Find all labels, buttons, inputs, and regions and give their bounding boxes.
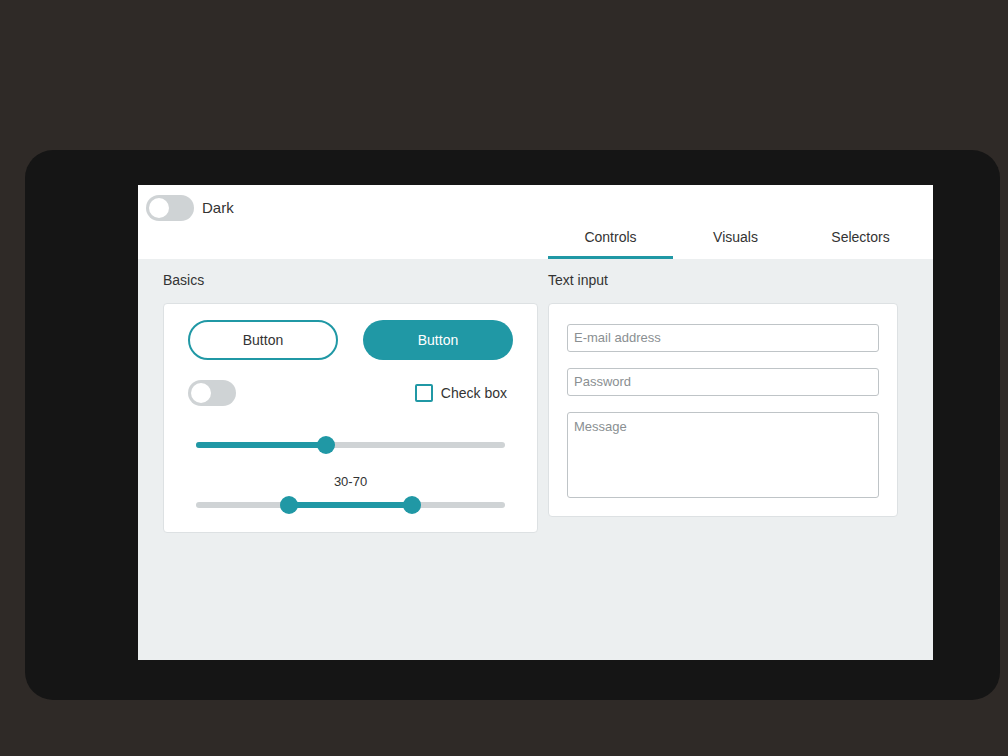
text-input-title: Text input bbox=[548, 271, 898, 289]
tab-bar: ControlsVisualsSelectors bbox=[138, 221, 933, 259]
checkbox-label: Check box bbox=[441, 383, 507, 404]
button[interactable]: Button bbox=[188, 320, 338, 360]
range-reading: 30-70 bbox=[188, 472, 513, 492]
screen: DarkControlsVisualsSelectorsBasicsButton… bbox=[138, 185, 933, 660]
basics-title: Basics bbox=[163, 271, 538, 289]
slider[interactable] bbox=[196, 442, 505, 448]
photo-background: DarkControlsVisualsSelectorsBasicsButton… bbox=[0, 0, 1008, 756]
text-field[interactable]: Password bbox=[567, 368, 879, 396]
dark-label: Dark bbox=[202, 197, 234, 220]
switch-knob bbox=[149, 198, 169, 218]
range-fill bbox=[289, 502, 413, 508]
theme-row: Dark bbox=[138, 185, 933, 221]
basics-card: Button Button Check box 30-70 bbox=[163, 303, 538, 533]
checkbox[interactable]: Check box bbox=[415, 383, 507, 404]
text-field[interactable]: E-mail address bbox=[567, 324, 879, 352]
slider-knob[interactable] bbox=[317, 436, 335, 454]
button-row: Button Button bbox=[188, 320, 513, 360]
content: Basics Button Button Check box 30-70 Text inp… bbox=[138, 259, 933, 533]
slider-fill bbox=[196, 442, 326, 448]
message-area[interactable]: Message bbox=[567, 412, 879, 498]
text-input-section: Text input E-mail address Password Message bbox=[548, 271, 898, 533]
basics-section: Basics Button Button Check box 30-70 bbox=[163, 271, 538, 533]
header: DarkControlsVisualsSelectors bbox=[138, 185, 933, 259]
text-input-card: E-mail address Password Message bbox=[548, 303, 898, 517]
switch-row: Check box bbox=[188, 380, 513, 406]
tab[interactable]: Selectors bbox=[798, 221, 923, 259]
tab[interactable]: Visuals bbox=[673, 221, 798, 259]
slider-knob[interactable] bbox=[403, 496, 421, 514]
basic-switch[interactable] bbox=[188, 380, 236, 406]
slider-knob[interactable] bbox=[280, 496, 298, 514]
tab[interactable]: Controls bbox=[548, 221, 673, 259]
device-bezel: DarkControlsVisualsSelectorsBasicsButton… bbox=[25, 150, 1000, 700]
switch-knob bbox=[191, 383, 211, 403]
range-slider[interactable] bbox=[196, 502, 505, 508]
dark-switch[interactable] bbox=[146, 195, 194, 221]
checkbox-box bbox=[415, 384, 433, 402]
button[interactable]: Button bbox=[363, 320, 513, 360]
